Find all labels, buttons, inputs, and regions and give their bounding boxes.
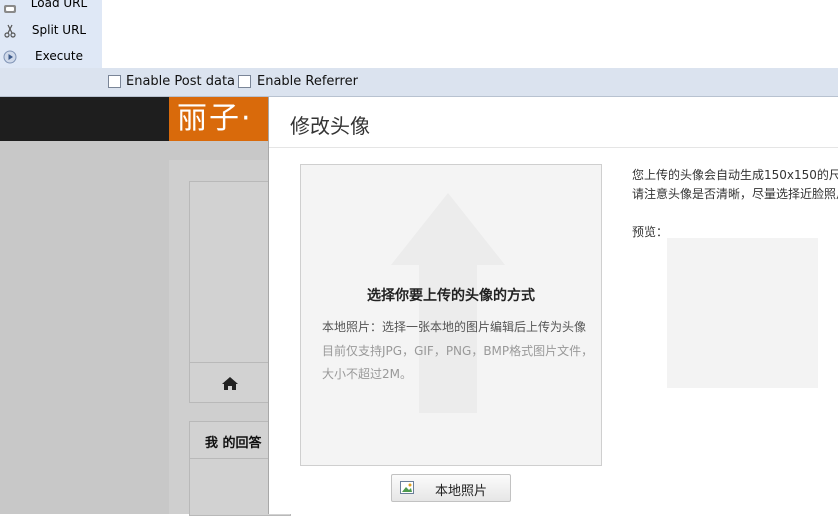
hackbar-sidebar: Load URL Split URL Execute <box>0 0 103 68</box>
upload-area[interactable]: 选择你要上传的头像的方式 本地照片：选择一张本地的图片编辑后上传为头像 目前仅支… <box>300 164 602 466</box>
enable-post-label[interactable]: Enable Post data <box>126 74 235 89</box>
execute-button[interactable]: Execute <box>0 47 102 69</box>
preview-box <box>667 238 818 388</box>
avatar-modal: 修改头像 选择你要上传的头像的方式 本地照片：选择一张本地的图片编辑后上传为头像… <box>268 97 838 514</box>
enable-referrer-label[interactable]: Enable Referrer <box>257 74 358 89</box>
load-url-label: Load URL <box>30 0 88 10</box>
split-url-button[interactable]: Split URL <box>0 21 102 43</box>
preview-label: 预览： <box>632 225 669 239</box>
clarity-info: 请注意头像是否清晰，尽量选择近脸照片 <box>632 187 838 201</box>
size-info: 您上传的头像会自动生成150x150的尺寸 <box>632 168 838 182</box>
home-icon[interactable] <box>221 376 239 391</box>
my-answers-title: 我 的回答 <box>205 436 262 451</box>
upload-size-note: 大小不超过2M。 <box>322 367 412 381</box>
enable-referrer-checkbox[interactable] <box>238 75 251 88</box>
enable-post-checkbox[interactable] <box>108 75 121 88</box>
local-photo-button[interactable]: 本地照片 <box>391 474 511 502</box>
execute-label: Execute <box>35 49 83 63</box>
load-url-button[interactable]: Load URL <box>0 0 102 16</box>
site-logo[interactable]: 丽子· <box>169 97 279 141</box>
upload-heading: 选择你要上传的头像的方式 <box>367 288 535 304</box>
modal-title: 修改头像 <box>290 114 370 138</box>
upload-description: 本地照片：选择一张本地的图片编辑后上传为头像 <box>322 320 587 334</box>
divider <box>269 147 838 148</box>
upload-format-note: 目前仅支持JPG，GIF，PNG，BMP格式图片文件， <box>322 344 594 358</box>
split-url-label: Split URL <box>31 23 87 37</box>
url-textarea[interactable] <box>102 0 838 68</box>
image-icon <box>400 481 414 494</box>
local-photo-label: 本地照片 <box>435 484 488 499</box>
hackbar-options: Enable Post data Enable Referrer <box>0 68 838 97</box>
